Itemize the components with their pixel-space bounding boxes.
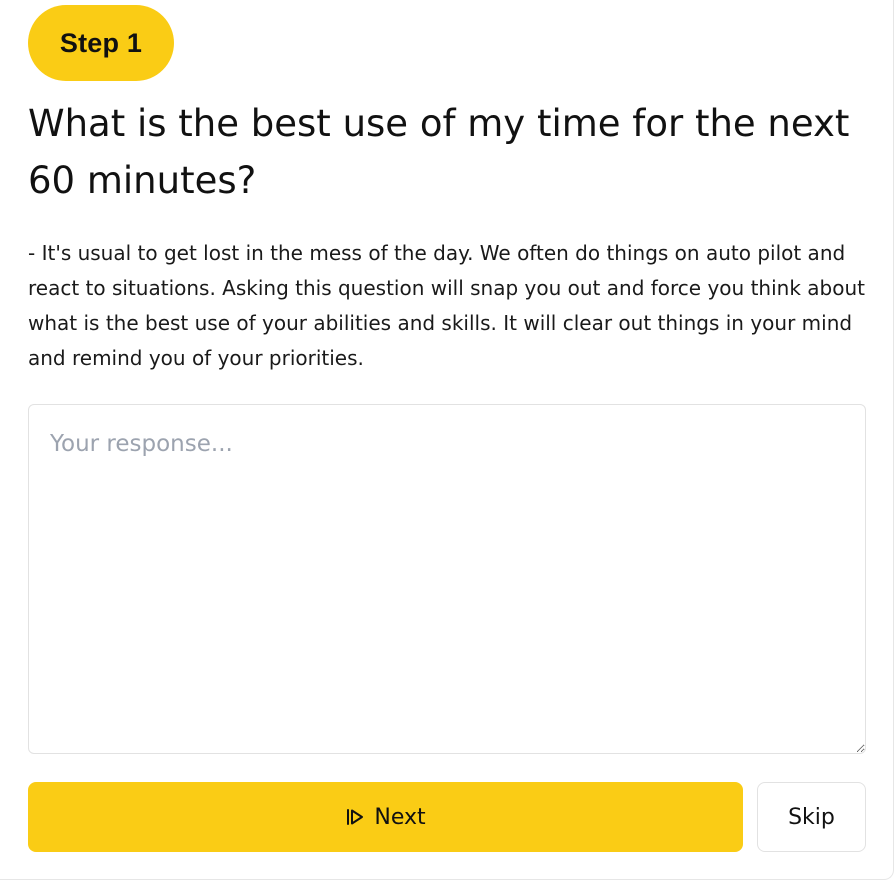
skip-button[interactable]: Skip [757, 782, 866, 852]
question-heading: What is the best use of my time for the … [28, 102, 850, 202]
next-button[interactable]: Next [28, 782, 743, 852]
step-card: Step 1 What is the best use of my time f… [0, 0, 894, 880]
next-label: Next [374, 804, 426, 830]
step-badge: Step 1 [28, 5, 174, 81]
question-description: - It's usual to get lost in the mess of … [28, 241, 865, 370]
skip-label: Skip [788, 804, 835, 830]
response-textarea[interactable] [28, 404, 866, 754]
step-label: Step 1 [59, 27, 143, 58]
play-next-icon [345, 807, 365, 827]
